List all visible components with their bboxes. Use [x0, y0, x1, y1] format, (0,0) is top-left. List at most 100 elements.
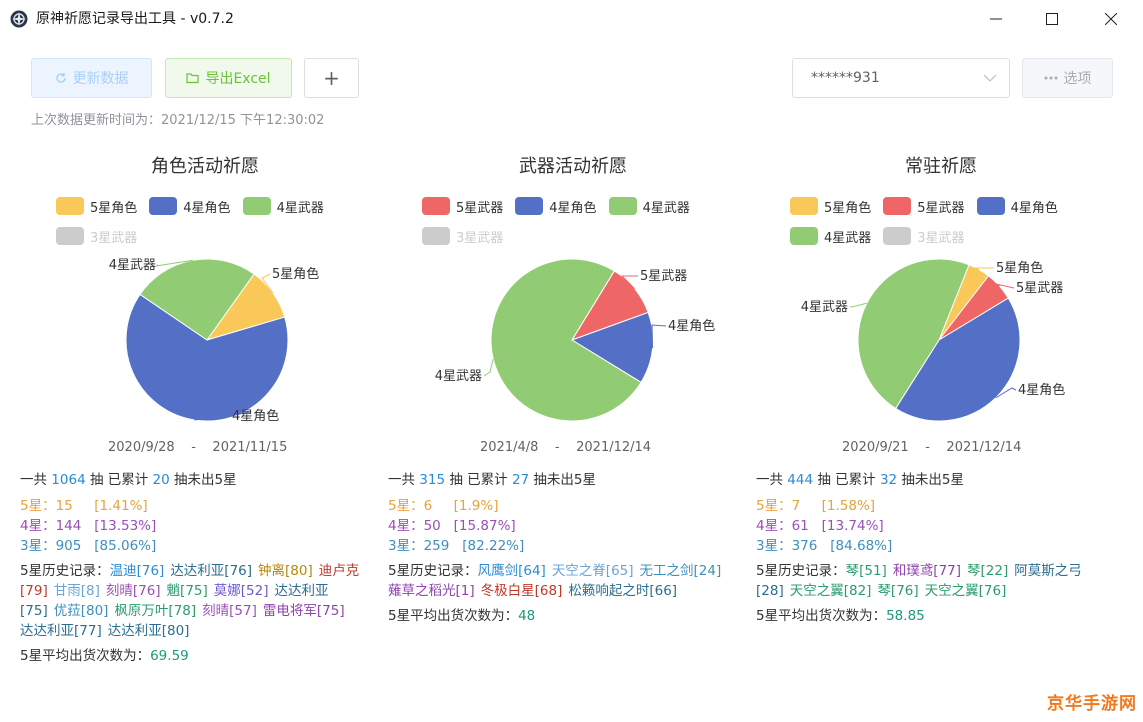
legend-item[interactable]: 4星武器 [790, 226, 871, 246]
legend-label: 3星武器 [456, 230, 504, 246]
legend-item[interactable]: 5星角色 [790, 196, 871, 216]
legend-swatch [790, 227, 818, 245]
wish-stats: 一共 1064 抽 已累计 20 抽未出5星 5星：15 [1.41%] 4星：14… [20, 470, 360, 666]
watermark: 京华手游网 [1047, 694, 1137, 714]
three-star-row: 3星：259 [82.22%] [388, 536, 728, 556]
history-item: 风鹰剑[64] [477, 563, 546, 579]
minimize-button[interactable] [973, 0, 1019, 38]
legend-item[interactable]: 3星武器 [422, 226, 503, 246]
three-star-label: 3星： [20, 538, 56, 554]
average-label: 5星平均出货次数为： [756, 608, 887, 624]
four-star-label: 4星： [756, 518, 792, 534]
average-pulls: 5星平均出货次数为：48 [388, 606, 728, 626]
add-account-button[interactable]: + [304, 58, 359, 98]
history-item: 温迪[76] [109, 563, 165, 579]
history-item: 莫娜[52] [213, 583, 269, 599]
refresh-data-label: 更新数据 [72, 71, 129, 87]
four-star-count: 144 [55, 518, 82, 534]
date-to: 2021/12/14 [946, 440, 1022, 455]
three-star-count: 376 [791, 538, 818, 554]
legend-item[interactable]: 5星武器 [883, 196, 965, 216]
total-summary: 一共 1064 抽 已累计 20 抽未出5星 [20, 470, 360, 490]
close-icon [1105, 13, 1117, 25]
legend-swatch [56, 227, 84, 245]
minimize-icon [990, 18, 1002, 20]
wish-panel: 角色活动祈愿 5星角色 4星角色 4星武器 3星武器 2020/9/28 - 2021/1… [20, 140, 390, 700]
chart-legend: 5星角色 4星角色 4星武器 3星武器 [56, 196, 386, 246]
legend-label: 5星角色 [824, 200, 872, 216]
average-pulls: 5星平均出货次数为：69.59 [20, 646, 360, 666]
legend-label: 5星角色 [90, 200, 138, 216]
legend-item[interactable]: 4星角色 [515, 196, 597, 216]
export-excel-button[interactable]: 导出Excel [165, 58, 292, 98]
total-suffix: 抽未出5星 [529, 472, 597, 488]
average-label: 5星平均出货次数为： [388, 608, 519, 624]
legend-label: 5星武器 [456, 200, 504, 216]
legend-swatch [883, 227, 912, 245]
history-item: 无工之剑[24] [639, 563, 722, 579]
maximize-icon [1046, 13, 1058, 25]
total-suffix: 抽未出5星 [897, 472, 965, 488]
export-excel-label: 导出Excel [205, 71, 271, 87]
total-count: 1064 [51, 472, 86, 488]
legend-item[interactable]: 5星角色 [56, 196, 137, 216]
maximize-button[interactable] [1029, 0, 1075, 38]
legend-swatch [242, 197, 271, 215]
options-label: 选项 [1063, 71, 1092, 87]
refresh-data-button[interactable]: 更新数据 [31, 58, 152, 98]
date-to: 2021/12/14 [576, 440, 652, 455]
three-star-row: 3星：376 [84.68%] [756, 536, 1096, 556]
four-star-row: 4星：50 [15.87%] [388, 516, 728, 536]
history-item: 钟离[80] [258, 563, 313, 579]
three-star-label: 3星： [756, 538, 792, 554]
legend-item[interactable]: 3星武器 [56, 226, 137, 246]
legend-label: 4星角色 [1010, 200, 1058, 216]
options-button[interactable]: 选项 [1022, 58, 1113, 98]
history-item: 琴[76] [877, 583, 919, 599]
history-item: 天空之脊[65] [551, 563, 634, 579]
wish-panel: 武器活动祈愿 5星武器 4星角色 4星武器 3星武器 2021/4/8 - 2021/12… [388, 140, 758, 700]
date-range: 2020/9/28 - 2021/11/15 [108, 440, 287, 455]
average-value: 48 [518, 608, 536, 624]
legend-swatch [149, 197, 178, 215]
panel-title: 角色活动祈愿 [151, 156, 259, 177]
three-star-count: 259 [423, 538, 450, 554]
history-item: 天空之翼[76] [924, 583, 1007, 599]
history-item: 冬极白星[68] [480, 583, 563, 599]
five-star-pct: [1.41%] [94, 498, 148, 514]
wish-stats: 一共 444 抽 已累计 32 抽未出5星 5星：7 [1.58%] 4星：61 [… [756, 470, 1096, 626]
history-item: 魈[75] [166, 583, 208, 599]
legend-item[interactable]: 4星武器 [608, 196, 690, 216]
total-mid: 抽 已累计 [445, 472, 512, 488]
five-star-label: 5星： [20, 498, 56, 514]
date-to: 2021/11/15 [212, 440, 288, 455]
four-star-label: 4星： [20, 518, 56, 534]
legend-label: 4星武器 [642, 200, 690, 216]
legend-label: 4星武器 [824, 230, 872, 246]
close-button[interactable] [1088, 0, 1134, 38]
legend-swatch [515, 197, 544, 215]
five-star-row: 5星：6 [1.9%] [388, 496, 728, 516]
average-label: 5星平均出货次数为： [20, 648, 151, 664]
history-item: 琴[22] [967, 563, 1009, 579]
title-bar: 原神祈愿记录导出工具 - v0.7.2 [0, 0, 1143, 38]
legend-label: 3星武器 [917, 230, 965, 246]
legend-label: 4星角色 [183, 200, 231, 216]
total-suffix: 抽未出5星 [169, 472, 237, 488]
account-select[interactable]: ******931 [792, 58, 1010, 98]
legend-item[interactable]: 4星武器 [242, 196, 324, 216]
legend-item[interactable]: 3星武器 [883, 226, 965, 246]
five-star-label: 5星： [388, 498, 424, 514]
history-item: 达达利亚[77] [20, 623, 102, 639]
five-star-row: 5星：15 [1.41%] [20, 496, 360, 516]
history-item: 优菈[80] [53, 603, 109, 619]
legend-item[interactable]: 4星角色 [149, 196, 231, 216]
history-label: 5星历史记录： [756, 563, 846, 579]
four-star-pct: [13.53%] [94, 518, 157, 534]
total-prefix: 一共 [388, 472, 420, 488]
legend-label: 4星角色 [549, 200, 597, 216]
date-separator: - [538, 440, 577, 455]
legend-item[interactable]: 5星武器 [422, 196, 503, 216]
history-item: 刻晴[76] [105, 583, 161, 599]
legend-item[interactable]: 4星角色 [976, 196, 1058, 216]
